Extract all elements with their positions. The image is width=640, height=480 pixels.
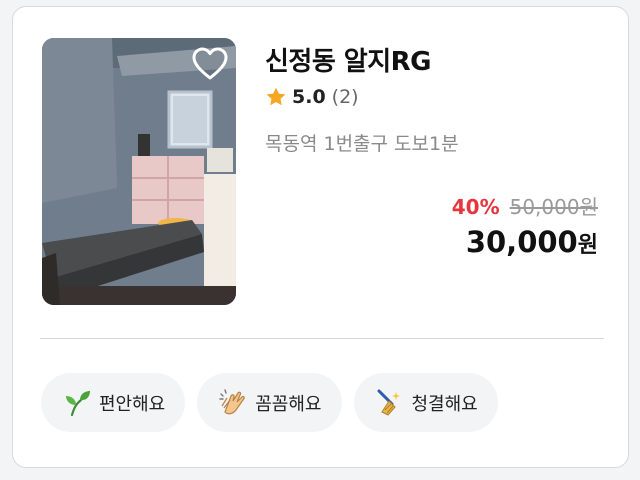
rating: 5.0 (2): [265, 86, 359, 108]
tag-clean[interactable]: 청결해요: [353, 373, 498, 432]
tag-meticulous[interactable]: 꼼꼼해요: [197, 373, 342, 432]
broom-icon: [376, 388, 406, 418]
tag-comfortable[interactable]: 편안해요: [41, 373, 186, 432]
review-count: (2): [331, 86, 359, 108]
discount-rate: 40%: [451, 195, 500, 219]
listing-card[interactable]: 신정동 알지RG 5.0 (2) 목동역 1번출구 도보1분 40% 50,00…: [12, 6, 629, 468]
divider: [40, 338, 604, 339]
clapping-hands-icon: [219, 388, 249, 418]
tag-label: 청결해요: [411, 393, 478, 415]
review-tags: 편안해요 꼼꼼해요 청결해요: [41, 373, 498, 432]
tag-label: 편안해요: [99, 393, 166, 415]
price-original-row: 40% 50,000원: [452, 191, 598, 220]
rating-score: 5.0: [292, 86, 326, 108]
location-text: 목동역 1번출구 도보1분: [265, 133, 459, 155]
favorite-heart-icon[interactable]: [192, 47, 228, 81]
listing-photo[interactable]: [42, 38, 236, 305]
star-icon: [266, 87, 286, 106]
original-price: 50,000원: [509, 195, 598, 219]
final-price-amount: 30,000: [465, 225, 578, 259]
seedling-icon: [63, 388, 93, 418]
final-price: 30,000원: [466, 225, 598, 259]
final-price-unit: 원: [577, 233, 598, 258]
tag-label: 꼼꼼해요: [255, 393, 322, 415]
listing-title[interactable]: 신정동 알지RG: [265, 41, 432, 78]
